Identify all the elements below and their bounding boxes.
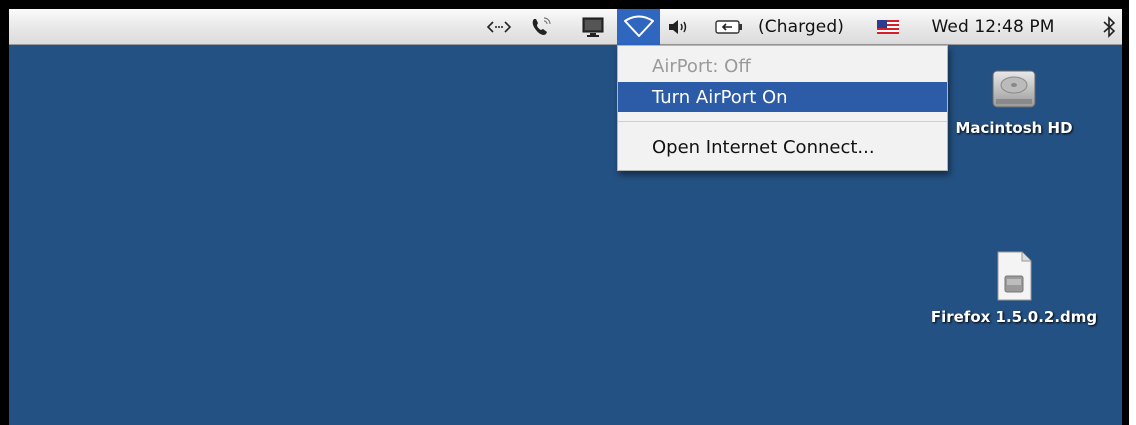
battery-icon[interactable] — [711, 9, 747, 45]
bluetooth-icon[interactable] — [1097, 9, 1121, 45]
phone-modem-icon[interactable] — [524, 9, 560, 45]
menu-separator — [618, 121, 947, 122]
menu-clock[interactable]: Wed 12:48 PM — [919, 9, 1067, 45]
desktop: Macintosh HD Firefox 1.5.0.2.dmg — [9, 45, 1122, 425]
desktop-icon-label: Firefox 1.5.0.2.dmg — [930, 308, 1098, 326]
us-flag-icon[interactable] — [873, 9, 903, 45]
display-icon[interactable] — [574, 9, 612, 45]
airport-wifi-icon[interactable] — [617, 9, 660, 45]
hard-drive-icon — [992, 70, 1036, 108]
desktop-icon-label: Macintosh HD — [955, 119, 1073, 137]
airport-status-item: AirPort: Off — [652, 55, 751, 77]
desktop-icon-firefox-dmg[interactable]: Firefox 1.5.0.2.dmg — [914, 250, 1114, 326]
screen: (Charged) Wed 12:48 PM Macintosh HD Fire… — [0, 0, 1136, 425]
volume-icon[interactable] — [664, 9, 694, 45]
disk-image-icon — [997, 251, 1032, 301]
battery-status-label[interactable]: (Charged) — [745, 9, 857, 45]
menu-bar: (Charged) Wed 12:48 PM — [9, 9, 1122, 45]
airport-menu: AirPort: Off Turn AirPort On Open Intern… — [617, 45, 948, 171]
open-internet-connect-item[interactable]: Open Internet Connect... — [618, 132, 947, 162]
turn-airport-on-item[interactable]: Turn AirPort On — [618, 82, 947, 112]
network-sync-icon[interactable] — [481, 9, 517, 45]
